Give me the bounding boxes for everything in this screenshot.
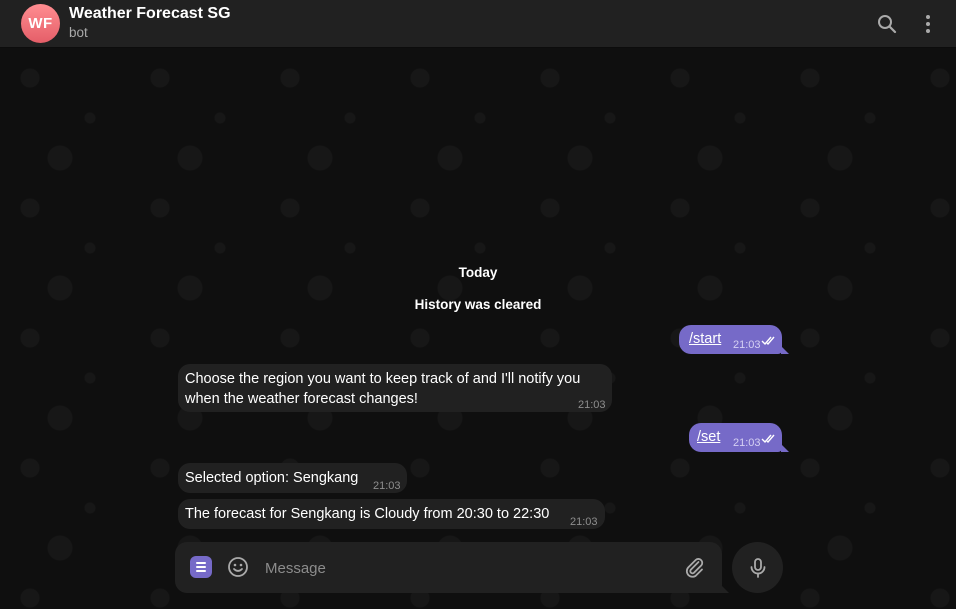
message-incoming[interactable]: Selected option: Sengkang 21:03 bbox=[178, 463, 407, 493]
attach-button[interactable] bbox=[682, 555, 706, 584]
more-vertical-icon bbox=[926, 15, 930, 33]
message-time: 21:03 bbox=[578, 399, 606, 411]
search-button[interactable] bbox=[875, 12, 899, 36]
message-input[interactable] bbox=[263, 554, 667, 582]
emoji-button[interactable] bbox=[226, 555, 250, 584]
search-icon bbox=[878, 15, 897, 34]
avatar[interactable]: WF bbox=[21, 4, 60, 43]
message-list[interactable]: Today History was cleared /start 21:03 C… bbox=[0, 48, 956, 609]
double-check-icon bbox=[761, 336, 775, 346]
chat-header: WF Weather Forecast SG bot bbox=[0, 0, 956, 48]
bot-menu-icon-line bbox=[196, 566, 206, 568]
message-text: Selected option: Sengkang bbox=[185, 470, 359, 486]
chat-title[interactable]: Weather Forecast SG bbox=[69, 5, 231, 23]
more-button[interactable] bbox=[916, 12, 940, 36]
service-message: History was cleared bbox=[414, 297, 542, 312]
date-separator: Today bbox=[458, 265, 498, 280]
message-time: 21:03 bbox=[570, 516, 598, 528]
paperclip-icon bbox=[685, 558, 704, 578]
smile-icon bbox=[228, 557, 248, 577]
message-text-line: when the weather forecast changes! bbox=[185, 391, 418, 407]
bot-menu-icon-line bbox=[196, 570, 206, 572]
command-link[interactable]: /start bbox=[689, 329, 721, 349]
message-composer bbox=[175, 542, 729, 593]
message-time: 21:03 bbox=[733, 339, 761, 351]
bot-menu-button[interactable] bbox=[190, 556, 212, 578]
microphone-icon bbox=[750, 557, 765, 578]
bot-menu-icon bbox=[196, 562, 206, 564]
message-incoming[interactable]: The forecast for Sengkang is Cloudy from… bbox=[178, 499, 605, 529]
message-time: 21:03 bbox=[733, 437, 761, 449]
message-outgoing[interactable]: /start 21:03 bbox=[679, 325, 789, 354]
message-text: The forecast for Sengkang is Cloudy from… bbox=[185, 506, 550, 522]
message-incoming[interactable]: Choose the region you want to keep track… bbox=[178, 364, 612, 412]
double-check-icon bbox=[761, 434, 775, 444]
message-time: 21:03 bbox=[373, 480, 401, 492]
message-text-line: Choose the region you want to keep track… bbox=[185, 371, 581, 387]
command-link[interactable]: /set bbox=[697, 427, 720, 447]
voice-record-button[interactable] bbox=[732, 542, 783, 593]
chat-subtitle: bot bbox=[69, 25, 88, 40]
message-outgoing[interactable]: /set 21:03 bbox=[689, 423, 789, 452]
